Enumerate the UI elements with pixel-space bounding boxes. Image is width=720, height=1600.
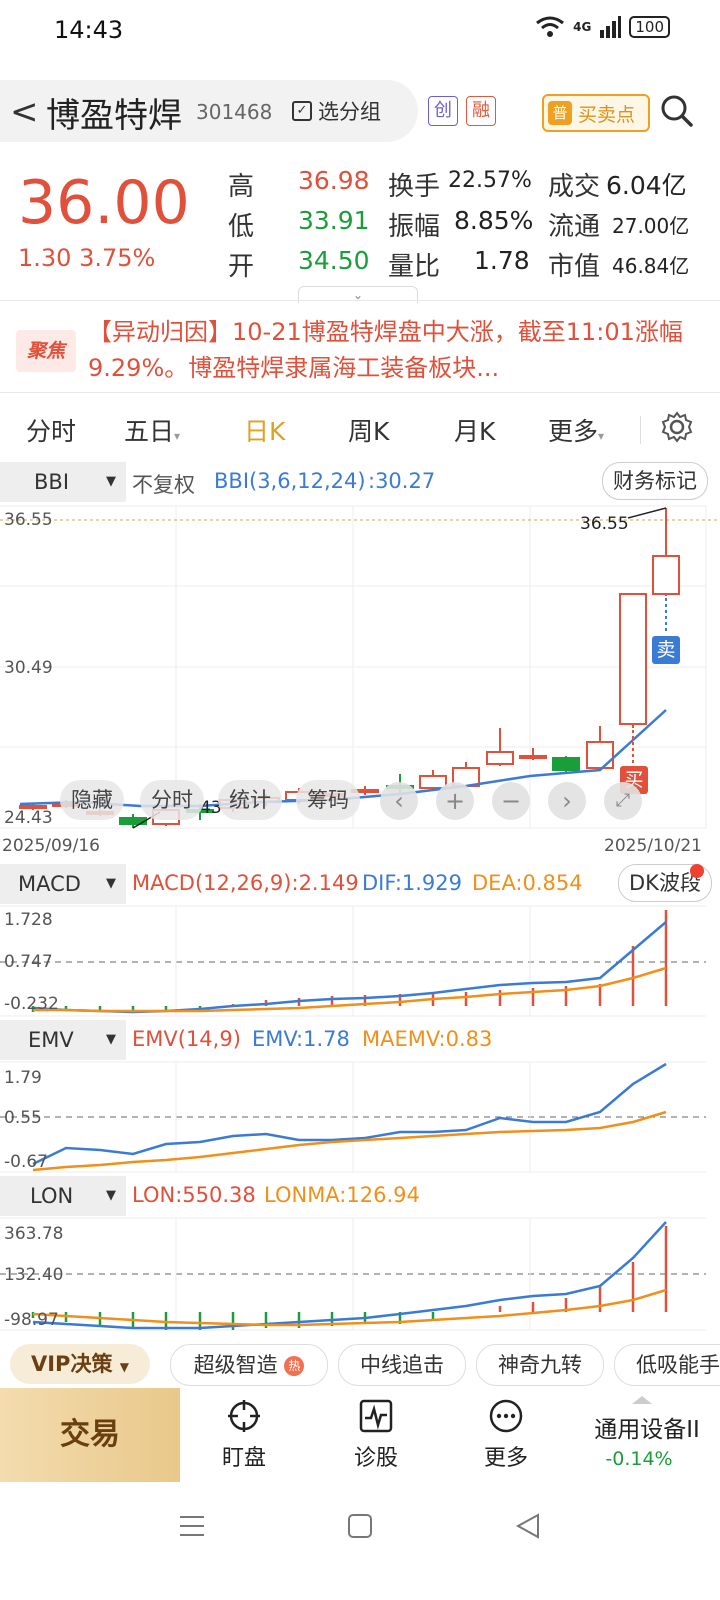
trade-button[interactable]: 交易 bbox=[0, 1388, 180, 1482]
lon-chart bbox=[31, 1221, 668, 1330]
y-axis-bottom: 24.43 bbox=[4, 808, 53, 828]
bottom-nav: 交易 盯盘 诊股 更多 通用设备II -0.14% bbox=[0, 1388, 720, 1482]
nav-diagnose[interactable]: 诊股 bbox=[316, 1388, 436, 1482]
kline-candles bbox=[19, 508, 680, 828]
zoom-in-icon[interactable]: + bbox=[436, 782, 474, 820]
nav-diagnose-label: 诊股 bbox=[353, 1446, 398, 1471]
nav-watch-label: 盯盘 bbox=[221, 1446, 266, 1471]
notification-dot bbox=[690, 864, 704, 878]
home-icon[interactable] bbox=[346, 1512, 374, 1540]
high-pointer-line bbox=[627, 507, 667, 519]
macd-y1: 1.728 bbox=[4, 910, 53, 930]
high-point-label: 36.55 bbox=[580, 514, 629, 534]
macd-chart bbox=[31, 910, 668, 1014]
vip-decision-button[interactable]: VIP决策 ▼ bbox=[10, 1344, 150, 1384]
zoom-out-icon[interactable]: − bbox=[492, 782, 530, 820]
emv-value: EMV:1.78 bbox=[252, 1027, 350, 1051]
candle-body bbox=[586, 741, 614, 769]
vip-label: VIP决策 bbox=[30, 1352, 113, 1376]
macd-select[interactable]: MACD ▼ bbox=[0, 864, 126, 904]
indicator-line-slow bbox=[33, 966, 667, 1013]
lon-y3: -98.97 bbox=[4, 1310, 59, 1330]
sell-marker[interactable]: 卖 bbox=[652, 636, 680, 664]
fullscreen-icon[interactable]: ⤢ bbox=[604, 782, 642, 820]
y-axis-mid: 30.49 bbox=[4, 658, 53, 678]
emv-chart bbox=[32, 1062, 667, 1172]
lon-grid bbox=[0, 1217, 706, 1331]
lon-y2: 132.40 bbox=[4, 1265, 64, 1285]
more-dots-icon bbox=[489, 1399, 523, 1433]
macd-params: MACD(12,26,9):2.149 bbox=[132, 871, 359, 895]
sector-change: -0.14% bbox=[605, 1448, 673, 1470]
tag-magic-nine[interactable]: 神奇九转 bbox=[476, 1344, 604, 1386]
nav-more[interactable]: 更多 bbox=[446, 1388, 566, 1482]
indicator-line-fast bbox=[32, 921, 667, 1014]
candle-body bbox=[519, 755, 547, 759]
lon-name: LON bbox=[30, 1184, 74, 1208]
lon-value: LON:550.38 bbox=[132, 1183, 256, 1207]
candle-body bbox=[552, 757, 580, 771]
emv-grid bbox=[0, 1061, 706, 1173]
lon-header: LON ▼ LON:550.38 LONMA:126.94 bbox=[0, 1176, 720, 1216]
tag-low-buy[interactable]: 低吸能手 bbox=[614, 1344, 720, 1386]
scroll-left-icon[interactable]: ‹ bbox=[380, 782, 418, 820]
emv-y2: 0.55 bbox=[4, 1108, 42, 1128]
tag-super-smart-label: 超级智造 bbox=[193, 1353, 278, 1377]
hot-icon: 热 bbox=[284, 1356, 305, 1376]
menu-icon[interactable] bbox=[178, 1512, 206, 1540]
sector-info[interactable]: 通用设备II -0.14% bbox=[574, 1388, 720, 1482]
hide-button[interactable]: 隐藏 bbox=[60, 780, 124, 820]
indicator-line-fast bbox=[32, 1062, 667, 1166]
tag-super-smart[interactable]: 超级智造 热 bbox=[170, 1344, 328, 1386]
caret-down-icon: ▼ bbox=[119, 1360, 129, 1374]
candle-body bbox=[652, 555, 680, 595]
indicator-line-fast bbox=[32, 1221, 667, 1330]
emv-select[interactable]: EMV ▼ bbox=[0, 1020, 126, 1060]
lon-y1: 363.78 bbox=[4, 1224, 64, 1244]
back-nav-icon[interactable] bbox=[514, 1512, 542, 1540]
candle-body bbox=[619, 593, 647, 725]
caret-down-icon: ▼ bbox=[106, 876, 116, 891]
date-end: 2025/10/21 bbox=[604, 836, 702, 856]
caret-down-icon: ▼ bbox=[106, 1032, 116, 1047]
stats-button[interactable]: 统计 bbox=[218, 780, 282, 820]
macd-name: MACD bbox=[18, 872, 81, 896]
macd-dif: DIF:1.929 bbox=[362, 871, 463, 895]
strategy-tags: VIP决策 ▼ 超级智造 热 中线追击 神奇九转 低吸能手 bbox=[0, 1344, 720, 1388]
system-nav-bar bbox=[0, 1492, 720, 1600]
minute-button[interactable]: 分时 bbox=[140, 780, 204, 820]
lon-select[interactable]: LON ▼ bbox=[0, 1176, 126, 1216]
macd-header: MACD ▼ MACD(12,26,9):2.149 DIF:1.929 DEA… bbox=[0, 864, 720, 904]
caret-up-icon bbox=[632, 1396, 652, 1404]
chips-button[interactable]: 筹码 bbox=[296, 780, 360, 820]
emv-header: EMV ▼ EMV(14,9) EMV:1.78 MAEMV:0.83 bbox=[0, 1020, 720, 1060]
crosshair-icon bbox=[228, 1400, 260, 1432]
tag-mid-chase[interactable]: 中线追击 bbox=[338, 1344, 466, 1386]
macd-dea: DEA:0.854 bbox=[472, 871, 583, 895]
candle-body bbox=[486, 751, 514, 765]
emv-y3: -0.67 bbox=[4, 1152, 48, 1172]
nav-watch[interactable]: 盯盘 bbox=[184, 1388, 304, 1482]
maemv-value: MAEMV:0.83 bbox=[362, 1027, 493, 1051]
date-start: 2025/09/16 bbox=[2, 836, 100, 856]
nav-more-label: 更多 bbox=[483, 1446, 528, 1471]
emv-params: EMV(14,9) bbox=[132, 1027, 241, 1051]
emv-y1: 1.79 bbox=[4, 1068, 42, 1088]
lonma-value: LONMA:126.94 bbox=[264, 1183, 420, 1207]
y-axis-top: 36.55 bbox=[4, 510, 53, 530]
macd-y2: 0.747 bbox=[4, 952, 53, 972]
pulse-chart-icon bbox=[359, 1399, 393, 1433]
chart-canvas bbox=[0, 505, 720, 1331]
emv-name: EMV bbox=[28, 1028, 74, 1052]
scroll-right-icon[interactable]: › bbox=[548, 782, 586, 820]
sector-name: 通用设备II bbox=[594, 1417, 700, 1443]
caret-down-icon: ▼ bbox=[106, 1188, 116, 1203]
macd-y3: -0.232 bbox=[4, 994, 59, 1014]
